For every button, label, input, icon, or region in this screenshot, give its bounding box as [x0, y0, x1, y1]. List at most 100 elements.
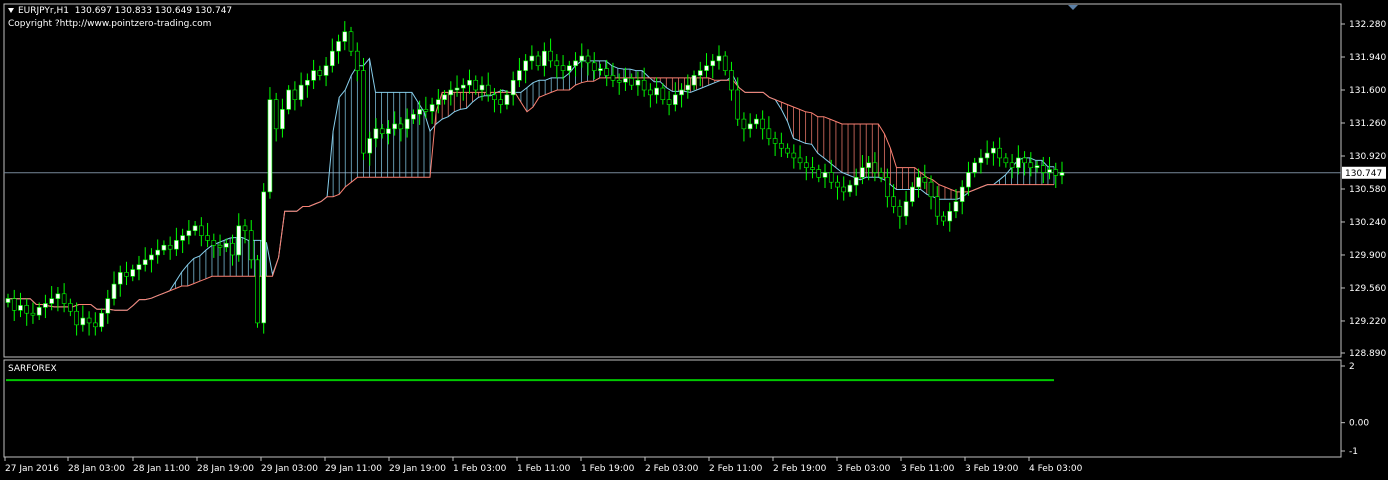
candle-body	[966, 172, 971, 188]
candle-body	[997, 147, 1002, 159]
candle-body	[660, 87, 666, 100]
candle-body	[517, 70, 522, 81]
candle-body	[167, 244, 173, 250]
candle-body	[74, 310, 79, 326]
candle-body	[1003, 157, 1009, 164]
candle-body	[704, 65, 709, 71]
candle-body	[722, 55, 728, 71]
price-chart[interactable]: 132.280 131.940 131.600 131.260 130.920 130.5…	[0, 0, 1388, 480]
candle-body	[972, 162, 977, 173]
candle-body	[5, 298, 11, 303]
candle-body	[479, 84, 485, 91]
candle-body	[261, 191, 267, 324]
candle-body	[230, 243, 235, 256]
candle-body	[872, 162, 878, 173]
candle-body	[454, 87, 460, 91]
y-tick-label: 130.580	[1349, 185, 1386, 195]
candle-body	[560, 65, 566, 71]
candle-body	[629, 78, 634, 86]
y-tick-label: 128.890	[1349, 349, 1386, 359]
candle-body	[760, 118, 765, 130]
candle-body	[80, 317, 86, 326]
candle-body	[928, 181, 934, 198]
candle-body	[404, 118, 410, 130]
candle-body	[460, 84, 466, 89]
candle-body	[822, 172, 828, 178]
candle-body	[984, 152, 990, 159]
candle-body	[205, 235, 210, 241]
candle-body	[567, 65, 572, 71]
candle-body	[492, 94, 497, 100]
candle-body	[180, 235, 185, 241]
candle-body	[186, 230, 192, 236]
candle-body	[803, 162, 809, 168]
candle-body	[735, 89, 740, 120]
candles	[5, 21, 1065, 336]
sub-y-tick-label: -1	[1349, 447, 1358, 457]
main-frame	[3, 3, 1342, 358]
candle-body	[273, 99, 279, 130]
candle-body	[442, 94, 447, 100]
candle-body	[298, 84, 304, 100]
candle-body	[591, 62, 597, 71]
current-price-label: 130.747	[1345, 169, 1382, 179]
candle-body	[99, 312, 104, 328]
candle-body	[111, 283, 117, 299]
candle-body	[610, 75, 616, 81]
ichimoku-cloud	[6, 57, 1055, 311]
candle-body	[959, 186, 965, 202]
y-tick-label: 132.280	[1349, 20, 1386, 30]
candle-body	[423, 109, 429, 112]
candle-body	[835, 181, 840, 188]
candle-body	[891, 196, 896, 207]
candle-body	[523, 60, 528, 71]
candle-body	[710, 60, 716, 67]
candle-body	[1047, 169, 1052, 173]
candle-body	[785, 147, 790, 154]
candle-body	[635, 79, 641, 86]
candle-body	[947, 211, 953, 222]
senkou-span-b	[6, 77, 1054, 311]
y-tick-label: 129.220	[1349, 317, 1386, 327]
candle-body	[716, 55, 722, 62]
candle-body	[866, 162, 871, 168]
candle-body	[429, 104, 435, 112]
y-tick-label: 129.900	[1349, 251, 1386, 261]
x-tick-label: 3 Feb 03:00	[837, 464, 891, 474]
candle-body	[1059, 172, 1065, 176]
candle-body	[654, 87, 659, 96]
candle-body	[1053, 169, 1059, 176]
candle-body	[878, 172, 884, 178]
candle-body	[105, 298, 111, 314]
candle-body	[847, 184, 853, 193]
candle-body	[772, 138, 778, 144]
candle-body	[1028, 162, 1034, 168]
candle-body	[55, 293, 61, 299]
candle-body	[953, 201, 959, 212]
candle-body	[242, 225, 248, 232]
candle-body	[885, 177, 890, 198]
y-tick-label: 130.920	[1349, 152, 1386, 162]
candle-body	[498, 99, 503, 105]
x-tick-label: 28 Jan 11:00	[133, 464, 190, 474]
candle-body	[43, 303, 48, 308]
candle-body	[697, 70, 703, 76]
x-tick-label: 1 Feb 03:00	[453, 464, 507, 474]
candle-body	[853, 177, 859, 186]
candle-body	[1009, 162, 1015, 168]
candle-body	[267, 99, 273, 193]
x-tick-label: 28 Jan 03:00	[68, 464, 125, 474]
candle-body	[1040, 165, 1046, 173]
candle-body	[810, 167, 815, 170]
candle-body	[174, 240, 179, 250]
candle-body	[292, 89, 298, 100]
candle-body	[436, 99, 441, 105]
candle-body	[673, 94, 678, 105]
x-tick-label: 1 Feb 11:00	[517, 464, 571, 474]
candle-body	[828, 172, 834, 183]
x-tick-label: 1 Feb 19:00	[581, 464, 635, 474]
candle-body	[573, 60, 578, 67]
candle-body	[280, 109, 285, 130]
candle-body	[473, 79, 479, 91]
candle-body	[535, 55, 541, 67]
